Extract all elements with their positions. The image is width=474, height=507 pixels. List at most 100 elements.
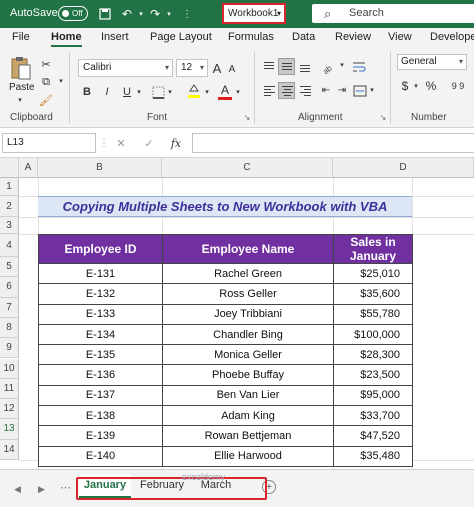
header-employee-id[interactable]: Employee ID — [38, 234, 163, 264]
sales-cell[interactable]: $47,520 — [333, 425, 413, 447]
tab-developer[interactable]: Develope — [430, 31, 474, 43]
more-options-icon[interactable]: ⋮ — [99, 137, 109, 149]
header-sales[interactable]: Sales in January — [333, 234, 413, 264]
employee-id-cell[interactable]: E-134 — [38, 323, 163, 346]
orientation-dropdown-icon[interactable]: ▾ — [338, 61, 346, 69]
increase-indent-icon[interactable]: ⇥ — [334, 82, 350, 99]
sales-cell[interactable]: $95,000 — [333, 384, 413, 407]
row-header[interactable]: 3 — [0, 217, 19, 234]
sales-cell[interactable]: $23,500 — [333, 364, 413, 386]
fill-color-icon[interactable] — [186, 82, 202, 100]
employee-name-cell[interactable]: Phoebe Buffay — [162, 364, 334, 386]
sales-cell[interactable]: $35,600 — [333, 283, 413, 305]
top-align-button[interactable] — [260, 58, 277, 75]
sheet-title[interactable]: Copying Multiple Sheets to New Workbook … — [38, 196, 412, 217]
employee-id-cell[interactable]: E-140 — [38, 445, 163, 467]
row-header[interactable]: 4 — [0, 234, 19, 257]
employee-name-cell[interactable]: Rowan Bettjeman — [162, 425, 334, 447]
row-header[interactable]: 8 — [0, 317, 19, 339]
font-size-select[interactable]: 12 ▾ — [176, 59, 208, 77]
employee-id-cell[interactable]: E-133 — [38, 303, 163, 325]
tab-data[interactable]: Data — [292, 31, 315, 43]
currency-format-button[interactable]: $ — [398, 78, 412, 94]
tab-formulas[interactable]: Formulas — [228, 31, 274, 43]
employee-name-cell[interactable]: Monica Geller — [162, 344, 334, 366]
merge-dropdown-icon[interactable]: ▾ — [368, 86, 376, 94]
row-header[interactable]: 5 — [0, 257, 19, 278]
formula-input[interactable] — [192, 133, 474, 153]
align-left-button[interactable] — [260, 82, 277, 99]
name-box[interactable]: L13 — [2, 133, 96, 153]
employee-id-cell[interactable]: E-132 — [38, 283, 163, 305]
row-header[interactable]: 1 — [0, 178, 19, 196]
tab-insert[interactable]: Insert — [101, 31, 129, 43]
row-header[interactable]: 14 — [0, 439, 19, 460]
middle-align-button[interactable] — [278, 58, 295, 75]
percent-format-button[interactable]: % — [424, 78, 438, 94]
column-header-a[interactable]: A — [19, 158, 38, 178]
font-name-select[interactable]: Calibri ▾ — [78, 59, 173, 77]
employee-name-cell[interactable]: Ellie Harwood — [162, 445, 334, 467]
underline-button[interactable]: U — [120, 84, 134, 100]
employee-id-cell[interactable]: E-131 — [38, 262, 163, 285]
cancel-icon[interactable]: ✕ — [114, 136, 128, 150]
employee-name-cell[interactable]: Chandler Bing — [162, 323, 334, 346]
employee-id-cell[interactable]: E-136 — [38, 364, 163, 386]
decrease-indent-icon[interactable]: ⇤ — [318, 82, 334, 99]
row-header[interactable]: 7 — [0, 297, 19, 318]
employee-id-cell[interactable]: E-138 — [38, 405, 163, 427]
dialog-launcher-icon[interactable]: ↘ — [378, 112, 388, 122]
header-employee-name[interactable]: Employee Name — [162, 234, 334, 264]
row-header[interactable]: 2 — [0, 196, 19, 217]
column-header-c[interactable]: C — [162, 158, 333, 178]
employee-id-cell[interactable]: E-135 — [38, 344, 163, 366]
row-header[interactable]: 10 — [0, 358, 19, 379]
employee-name-cell[interactable]: Joey Tribbiani — [162, 303, 334, 325]
orientation-icon[interactable]: ab — [318, 58, 336, 75]
employee-name-cell[interactable]: Rachel Green — [162, 262, 334, 285]
paste-label[interactable]: Paste — [9, 82, 35, 93]
format-painter-icon[interactable]: 🖌 — [38, 92, 54, 108]
number-format-select[interactable]: General ▾ — [397, 54, 467, 70]
employee-name-cell[interactable]: Ross Geller — [162, 283, 334, 305]
bold-button[interactable]: B — [80, 84, 94, 100]
increase-font-size-icon[interactable]: A — [210, 60, 224, 76]
comma-style-icon[interactable]: 9 9 — [448, 78, 468, 94]
redo-dropdown-icon[interactable]: ▾ — [160, 5, 178, 23]
copy-dropdown-icon[interactable]: ▾ — [56, 76, 66, 86]
insert-function-icon[interactable]: fx — [168, 136, 184, 150]
sales-cell[interactable]: $25,010 — [333, 262, 413, 285]
scroll-tabs-left-icon[interactable]: ◀ — [14, 484, 21, 495]
tab-page-layout[interactable]: Page Layout — [150, 31, 212, 43]
employee-id-cell[interactable]: E-137 — [38, 384, 163, 407]
paste-dropdown-icon[interactable]: ▾ — [15, 95, 25, 105]
column-header-b[interactable]: B — [38, 158, 162, 178]
row-header-selected[interactable]: 13 — [0, 419, 19, 440]
tab-review[interactable]: Review — [335, 31, 371, 43]
autosave-toggle[interactable]: Off — [58, 6, 88, 21]
row-header[interactable]: 9 — [0, 338, 19, 359]
employee-name-cell[interactable]: Ben Van Lier — [162, 384, 334, 407]
tab-file[interactable]: File — [12, 31, 30, 43]
row-header[interactable]: 6 — [0, 277, 19, 298]
bottom-align-button[interactable] — [296, 58, 313, 75]
fill-color-dropdown-icon[interactable]: ▾ — [203, 88, 211, 96]
customize-toolbar-icon[interactable]: ⋮ — [178, 5, 196, 23]
employee-id-cell[interactable]: E-139 — [38, 425, 163, 447]
row-header[interactable]: 12 — [0, 399, 19, 420]
sales-cell[interactable]: $55,780 — [333, 303, 413, 325]
italic-button[interactable]: I — [100, 84, 114, 100]
sales-cell[interactable]: $100,000 — [333, 323, 413, 346]
sales-cell[interactable]: $28,300 — [333, 344, 413, 366]
currency-dropdown-icon[interactable]: ▾ — [412, 82, 420, 90]
copy-icon[interactable]: ⧉ — [38, 74, 54, 90]
sales-cell[interactable]: $33,700 — [333, 405, 413, 427]
dialog-launcher-icon[interactable]: ↘ — [242, 112, 252, 122]
align-center-button[interactable] — [278, 82, 295, 99]
font-color-icon[interactable]: A — [218, 82, 232, 100]
cut-icon[interactable]: ✂ — [38, 56, 54, 72]
save-icon[interactable] — [96, 5, 114, 23]
scroll-tabs-right-icon[interactable]: ▶ — [38, 484, 45, 495]
row-header[interactable]: 11 — [0, 378, 19, 400]
employee-name-cell[interactable]: Adam King — [162, 405, 334, 427]
